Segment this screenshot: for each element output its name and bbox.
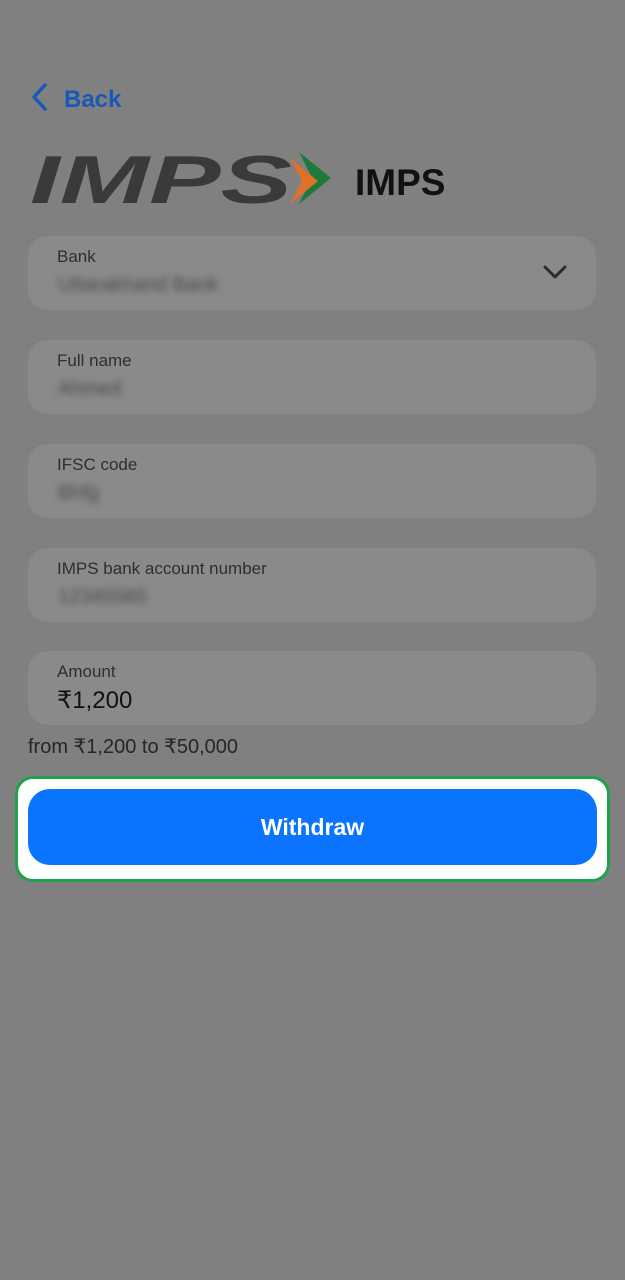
- amount-value: ₹1,200: [57, 687, 133, 714]
- full-name-label: Full name: [57, 351, 132, 370]
- bank-label: Bank: [57, 247, 96, 266]
- full-name-field[interactable]: Full name Ahmed: [28, 340, 596, 414]
- bank-select[interactable]: Bank Uttarakhand Bank: [28, 236, 596, 310]
- amount-range-hint: from ₹1,200 to ₹50,000: [28, 736, 239, 758]
- svg-text:IMPS: IMPS: [30, 148, 292, 208]
- withdraw-highlight: Withdraw: [15, 776, 610, 882]
- withdraw-button[interactable]: Withdraw: [28, 789, 597, 865]
- ifsc-value: Bhfg: [58, 482, 100, 504]
- amount-field[interactable]: Amount ₹1,200: [28, 651, 596, 725]
- account-number-label: IMPS bank account number: [57, 559, 267, 578]
- amount-label: Amount: [57, 662, 116, 681]
- back-button[interactable]: Back: [30, 82, 121, 117]
- ifsc-label: IFSC code: [57, 455, 138, 474]
- method-title: IMPS: [355, 162, 446, 203]
- bank-value: Uttarakhand Bank: [58, 274, 219, 296]
- chevron-down-icon: [542, 263, 568, 281]
- ifsc-field[interactable]: IFSC code Bhfg: [28, 444, 596, 518]
- imps-brand: IMPS IMPS: [28, 148, 445, 208]
- chevron-left-icon: [30, 82, 50, 117]
- account-number-field[interactable]: IMPS bank account number 12345565: [28, 548, 596, 622]
- full-name-value: Ahmed: [58, 378, 122, 400]
- imps-logo: IMPS: [28, 148, 333, 208]
- account-number-value: 12345565: [58, 586, 147, 608]
- back-label: Back: [64, 85, 122, 113]
